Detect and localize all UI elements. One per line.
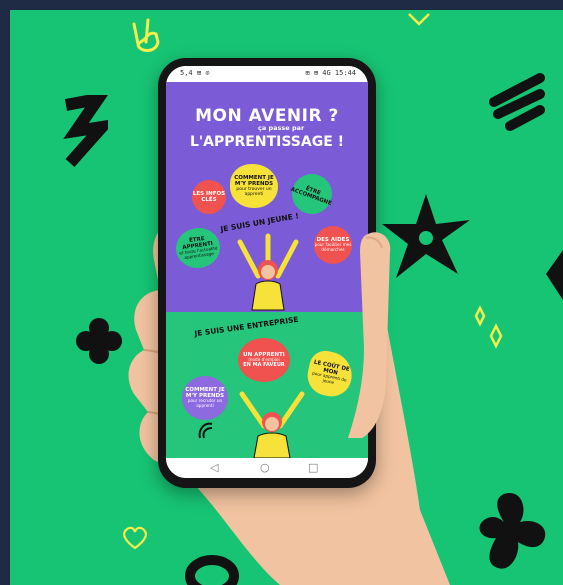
bubble-note: pour trouver un apprenti bbox=[236, 187, 272, 198]
nav-back-icon[interactable]: ◁ bbox=[210, 461, 218, 474]
young-section: MON AVENIR ? ça passe par L'APPRENTISSAG… bbox=[166, 82, 368, 312]
bubble-label: COMMENT JE M'Y PRENDS bbox=[234, 174, 274, 187]
victory-hand-icon bbox=[132, 18, 160, 52]
sparkle-icon bbox=[474, 305, 503, 349]
company-section: JE SUIS UNE ENTREPRISE UN APPRENTI mode … bbox=[166, 312, 368, 458]
bubble-comment-prends[interactable]: COMMENT JE M'Y PRENDS pour trouver un ap… bbox=[230, 164, 278, 208]
heart-outline-icon bbox=[408, 13, 430, 26]
status-bar: 5,4 ⊞ ⊙ ⊞ ⊞ 4G 15:44 bbox=[166, 66, 368, 82]
logo-icon bbox=[198, 422, 213, 439]
flower-icon bbox=[76, 318, 122, 364]
headline-sub: ça passe par bbox=[258, 124, 305, 132]
nav-recent-icon[interactable]: □ bbox=[308, 461, 318, 474]
status-left: 5,4 ⊞ ⊙ bbox=[180, 69, 210, 77]
phone-screen: 5,4 ⊞ ⊙ ⊞ ⊞ 4G 15:44 MON AVENIR ? ça pas… bbox=[166, 66, 368, 478]
company-person-illustration bbox=[239, 391, 305, 458]
headline-line2: L'APPRENTISSAGE ! bbox=[189, 134, 345, 150]
headline-line1: MON AVENIR ? bbox=[195, 106, 339, 126]
status-right: ⊞ ⊞ 4G 15:44 bbox=[305, 69, 356, 77]
bubble-apprenti-favor[interactable]: UN APPRENTI mode d'emploi EN MA FAVEUR bbox=[238, 338, 290, 382]
bubble-note: pour recruter un apprenti bbox=[187, 398, 223, 409]
company-section-title: JE SUIS UNE ENTREPRISE bbox=[193, 314, 300, 339]
thumb bbox=[348, 232, 391, 438]
bubble-infos-cles[interactable]: LES INFOS CLÉS bbox=[192, 180, 226, 214]
bubble-etre-apprenti[interactable]: ÊTRE APPRENTI et toute l'actualité appre… bbox=[173, 225, 223, 271]
nav-home-icon[interactable]: ○ bbox=[260, 461, 270, 474]
young-section-title: JE SUIS UN JEUNE ! bbox=[219, 211, 300, 234]
ribbon-icon bbox=[489, 73, 545, 131]
bubble-comment-recruter[interactable]: COMMENT JE M'Y PRENDS pour recruter un a… bbox=[182, 376, 228, 420]
bubble-label: ÊTRE ACCOMPAGNÉ bbox=[289, 185, 333, 208]
bubble-big: EN MA FAVEUR bbox=[243, 361, 285, 368]
bubble-label: LES INFOS CLÉS bbox=[192, 190, 226, 203]
corner-shape-icon bbox=[546, 250, 563, 300]
photo-stage: 5,4 ⊞ ⊙ ⊞ ⊞ 4G 15:44 MON AVENIR ? ça pas… bbox=[0, 0, 563, 585]
zigzag-icon bbox=[63, 95, 108, 167]
android-navbar: ◁ ○ □ bbox=[166, 458, 368, 478]
blob-icon bbox=[479, 492, 546, 569]
young-person-illustration bbox=[237, 233, 299, 311]
